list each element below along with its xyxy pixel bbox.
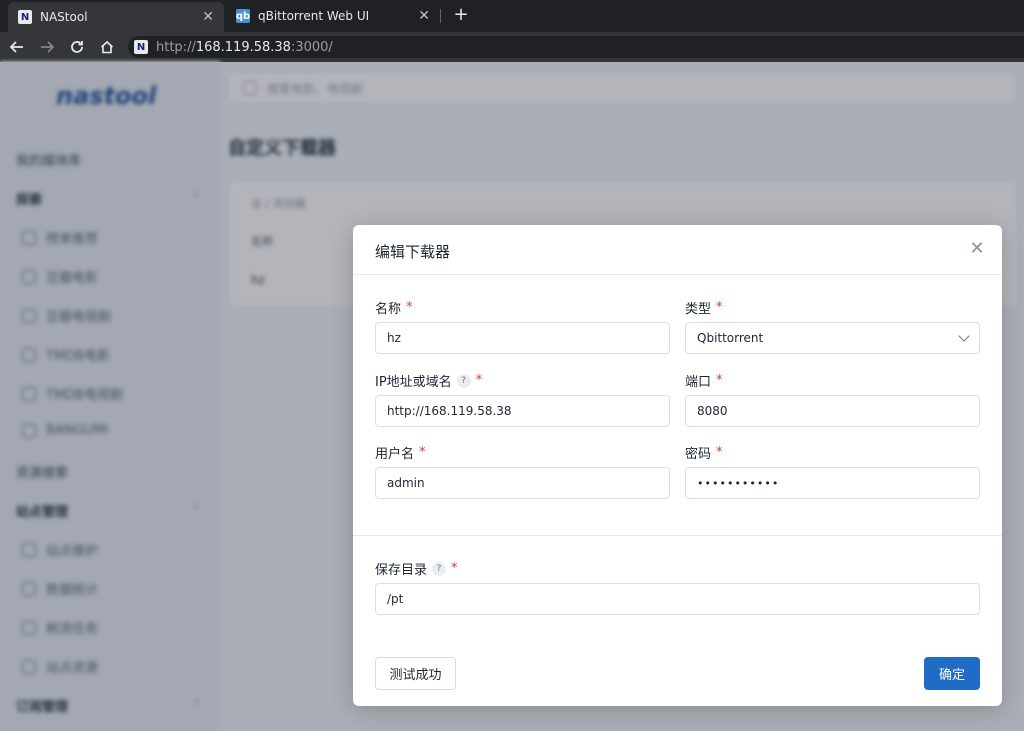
help-icon[interactable]: ? xyxy=(456,373,471,388)
required-mark: * xyxy=(716,373,723,388)
required-mark: * xyxy=(406,300,413,315)
back-arrow-icon[interactable] xyxy=(4,34,30,60)
host-label: IP地址或域名 ? * xyxy=(375,373,483,390)
address-bar[interactable]: N http://168.119.58.38:3000/ xyxy=(128,36,1024,58)
home-icon[interactable] xyxy=(94,34,120,60)
section-divider xyxy=(353,535,1002,536)
required-mark: * xyxy=(475,373,483,388)
chevron-down-icon xyxy=(958,330,970,342)
tab-title: NAStool xyxy=(40,10,88,24)
required-mark: * xyxy=(716,300,723,315)
confirm-button[interactable]: 确定 xyxy=(924,657,980,690)
url-text: http://168.119.58.38:3000/ xyxy=(156,39,333,55)
browser-toolbar: N http://168.119.58.38:3000/ xyxy=(0,32,1024,62)
username-input[interactable]: admin xyxy=(375,467,670,499)
tab-title: qBittorrent Web UI xyxy=(258,9,370,23)
port-input[interactable]: 8080 xyxy=(685,395,980,427)
password-label: 密码 * xyxy=(685,445,723,462)
reload-icon[interactable] xyxy=(64,34,90,60)
name-input[interactable]: hz xyxy=(375,322,670,354)
host-input[interactable]: http://168.119.58.38 xyxy=(375,395,670,427)
browser-tabbar: N NAStool ✕ qb qBittorrent Web UI ✕ + xyxy=(0,0,1024,32)
close-icon[interactable]: ✕ xyxy=(967,239,987,259)
save-dir-input[interactable]: /pt xyxy=(375,583,980,615)
tab-qbittorrent[interactable]: qb qBittorrent Web UI ✕ xyxy=(226,0,440,32)
modal-title: 编辑下载器 xyxy=(375,243,451,261)
type-select[interactable]: Qbittorrent xyxy=(685,322,980,354)
required-mark: * xyxy=(451,561,458,576)
modal-header: 编辑下载器 ✕ xyxy=(353,225,1002,275)
port-label: 端口 * xyxy=(685,373,723,390)
edit-downloader-modal: 编辑下载器 ✕ 名称 * hz 类型 * Qbittorrent IP地址或域名 ?… xyxy=(353,225,1002,706)
username-label: 用户名 * xyxy=(375,445,426,462)
qbittorrent-favicon-icon: qb xyxy=(235,9,251,23)
close-tab-icon[interactable]: ✕ xyxy=(418,8,430,24)
close-tab-icon[interactable]: ✕ xyxy=(202,9,214,25)
new-tab-button[interactable]: + xyxy=(450,4,472,26)
tab-divider xyxy=(440,9,441,23)
password-input[interactable]: ••••••••••• xyxy=(685,467,980,499)
forward-arrow-icon[interactable] xyxy=(34,34,60,60)
type-label: 类型 * xyxy=(685,300,723,317)
site-favicon-icon: N xyxy=(134,40,148,54)
help-icon[interactable]: ? xyxy=(432,561,447,576)
tab-nastool[interactable]: N NAStool ✕ xyxy=(8,2,224,32)
name-label: 名称 * xyxy=(375,300,413,317)
save-dir-label: 保存目录 ? * xyxy=(375,561,458,578)
nastool-favicon-icon: N xyxy=(18,10,32,24)
required-mark: * xyxy=(716,445,723,460)
test-connection-button[interactable]: 测试成功 xyxy=(375,657,456,690)
required-mark: * xyxy=(419,445,426,460)
